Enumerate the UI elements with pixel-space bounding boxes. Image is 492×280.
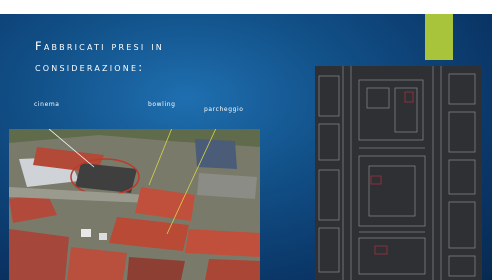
slide: Fabbricati presi in considerazione: cine… <box>0 0 492 280</box>
aerial-photo <box>9 129 260 280</box>
label-bowling: bowling <box>148 101 176 108</box>
top-band <box>0 0 492 14</box>
accent-bar <box>425 14 453 60</box>
aerial-photo-graphic <box>9 129 260 280</box>
cad-plan-graphic <box>315 66 482 280</box>
cad-plan-image <box>315 66 482 280</box>
slide-title-line-1: Fabbricati presi in <box>35 39 164 53</box>
slide-title-line-2: considerazione: <box>35 60 145 74</box>
label-cinema: cinema <box>34 101 60 108</box>
label-parcheggio: parcheggio <box>204 106 244 113</box>
